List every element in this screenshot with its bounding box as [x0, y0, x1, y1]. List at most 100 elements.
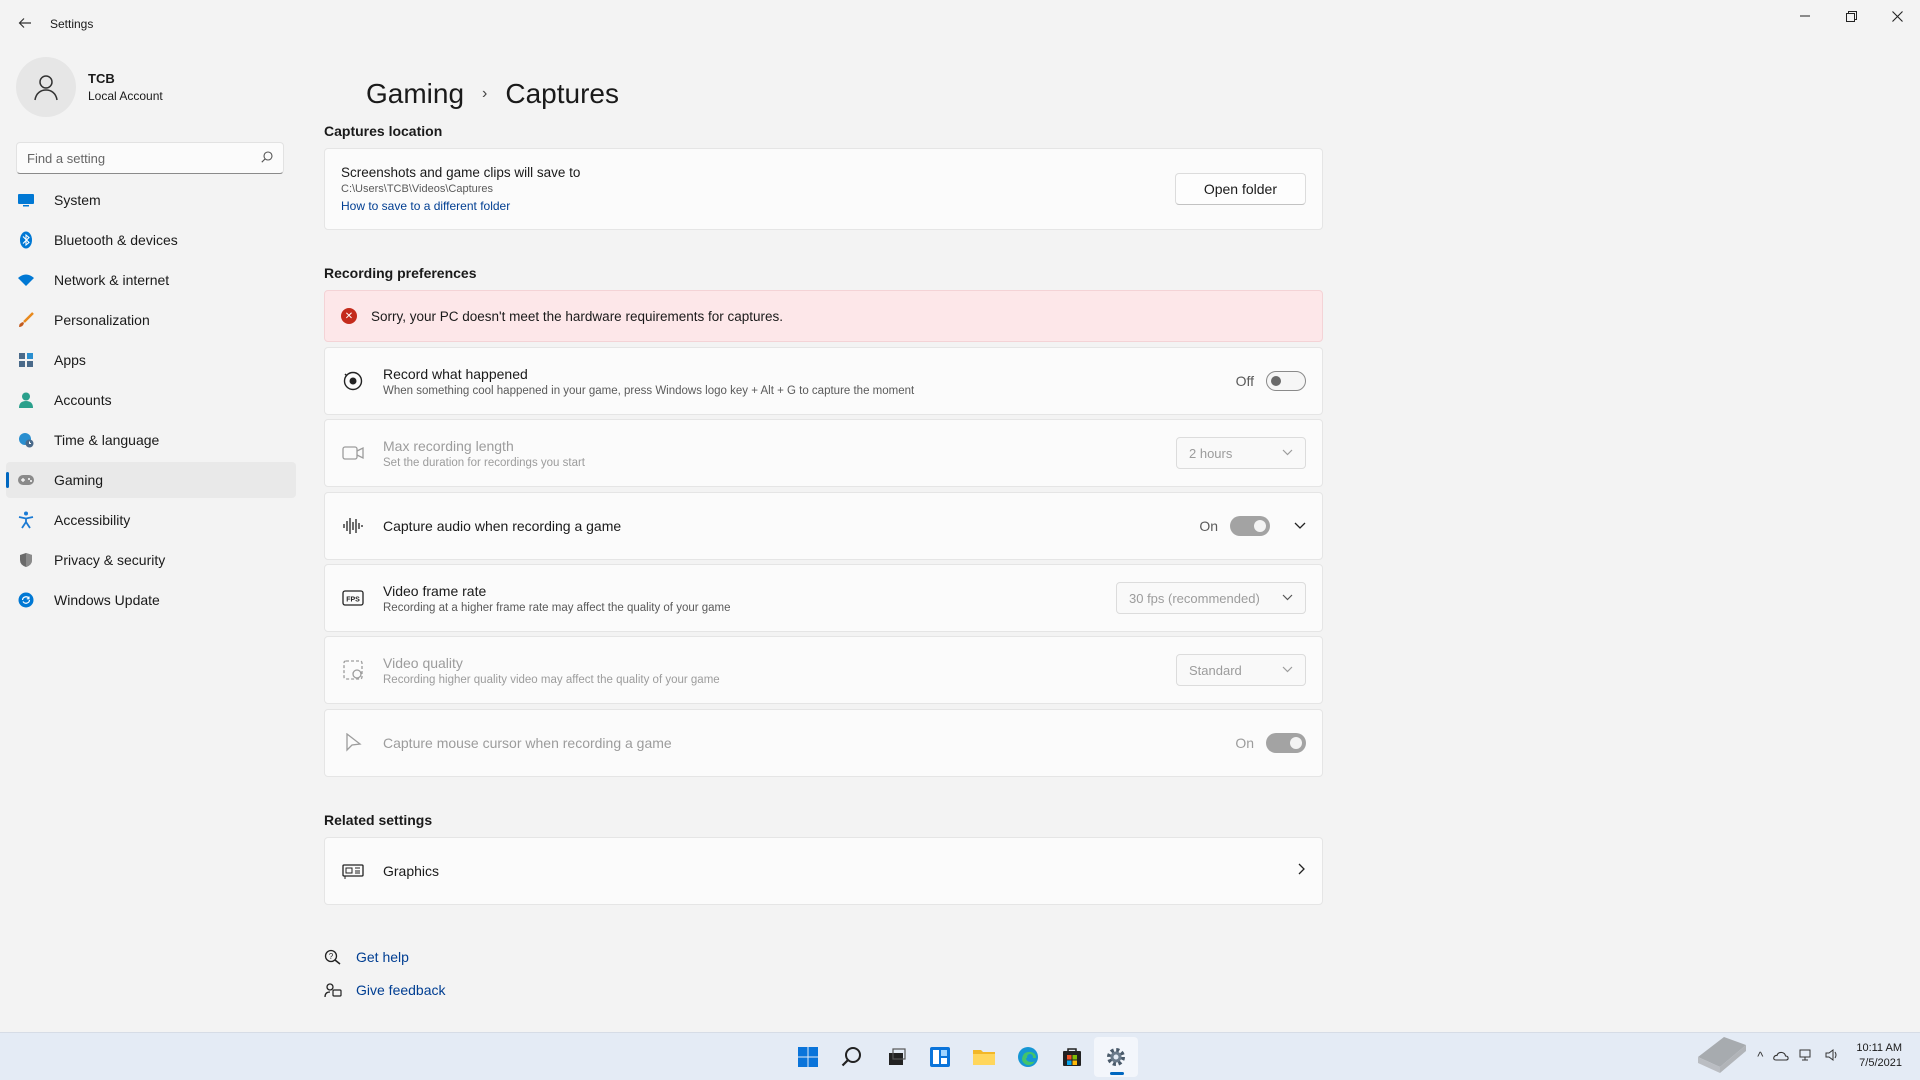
restore-icon[interactable]: [1828, 0, 1874, 32]
user-profile[interactable]: TCB Local Account: [16, 57, 163, 117]
store-icon[interactable]: [1050, 1037, 1094, 1077]
sidebar-item-system[interactable]: System: [6, 182, 296, 218]
chevron-down-icon[interactable]: [1294, 517, 1306, 535]
title-bar: Settings: [0, 0, 1920, 48]
capture-audio-title: Capture audio when recording a game: [383, 518, 622, 534]
task-view-icon[interactable]: [874, 1037, 918, 1077]
video-frame-rate-dropdown[interactable]: 30 fps (recommended): [1116, 582, 1306, 614]
page-title: Captures: [505, 78, 619, 109]
svg-text:?: ?: [329, 952, 334, 961]
search-icon[interactable]: [261, 150, 273, 166]
chevron-down-icon: [1282, 447, 1293, 459]
breadcrumb: Gaming › Captures: [366, 78, 619, 110]
onedrive-icon[interactable]: [1773, 1049, 1789, 1064]
video-quality-dropdown[interactable]: Standard: [1176, 654, 1306, 686]
hardware-error-banner: ✕ Sorry, your PC doesn't meet the hardwa…: [324, 290, 1323, 342]
sidebar-item-label: Gaming: [54, 472, 104, 488]
record-what-happened-sub: When something cool happened in your gam…: [383, 384, 915, 397]
sidebar-item-label: Accessibility: [54, 512, 131, 528]
search-input[interactable]: [27, 150, 261, 166]
sidebar-item-privacy[interactable]: Privacy & security: [6, 542, 296, 578]
search-box[interactable]: [16, 142, 284, 174]
breadcrumb-separator: ›: [482, 85, 488, 102]
start-icon[interactable]: [786, 1037, 830, 1077]
clock-date: 7/5/2021: [1859, 1057, 1902, 1069]
give-feedback-link[interactable]: Give feedback: [324, 973, 446, 1006]
sidebar-item-apps[interactable]: Apps: [6, 342, 296, 378]
sidebar-item-network[interactable]: Network & internet: [6, 262, 296, 298]
person-icon: [16, 390, 36, 410]
brush-icon: [16, 310, 36, 330]
record-what-happened-card: Record what happened When something cool…: [324, 347, 1323, 415]
help-links: ? Get help Give feedback: [324, 940, 446, 1006]
volume-icon[interactable]: [1825, 1048, 1839, 1064]
fps-icon: FPS: [341, 586, 365, 610]
chevron-up-icon[interactable]: ^: [1757, 1049, 1763, 1064]
sidebar-item-windows-update[interactable]: Windows Update: [6, 582, 296, 618]
sidebar-item-label: Privacy & security: [54, 552, 166, 568]
app-title: Settings: [50, 17, 94, 31]
account-type: Local Account: [88, 89, 163, 103]
back-arrow-icon[interactable]: [14, 12, 36, 34]
sidebar-item-label: Bluetooth & devices: [54, 232, 178, 248]
mouse-cursor-icon: [341, 731, 365, 755]
section-title-recording-preferences: Recording preferences: [324, 265, 477, 281]
sidebar-item-label: Network & internet: [54, 272, 170, 288]
system-icon: [16, 190, 36, 210]
sidebar-item-bluetooth[interactable]: Bluetooth & devices: [6, 222, 296, 258]
bluetooth-icon: [16, 230, 36, 250]
error-icon: ✕: [341, 308, 357, 324]
sidebar-nav: System Bluetooth & devices Network & int…: [6, 182, 296, 622]
sidebar-item-accessibility[interactable]: Accessibility: [6, 502, 296, 538]
feedback-icon: [324, 982, 342, 998]
sidebar-item-personalization[interactable]: Personalization: [6, 302, 296, 338]
sidebar-item-label: Personalization: [54, 312, 150, 328]
chevron-down-icon: [1282, 664, 1293, 676]
close-icon[interactable]: [1874, 0, 1920, 32]
open-folder-button[interactable]: Open folder: [1174, 173, 1306, 205]
sidebar-item-time-language[interactable]: Time & language: [6, 422, 296, 458]
record-what-happened-toggle[interactable]: [1266, 371, 1306, 391]
settings-icon[interactable]: [1094, 1037, 1138, 1077]
capture-mouse-cursor-toggle[interactable]: [1266, 733, 1306, 753]
clock[interactable]: 10:11 AM 7/5/2021: [1856, 1041, 1902, 1071]
audio-waveform-icon: [341, 514, 365, 538]
dropdown-value: 2 hours: [1189, 445, 1233, 461]
section-title-captures-location: Captures location: [324, 123, 443, 139]
capture-audio-toggle[interactable]: [1230, 516, 1270, 536]
apps-icon: [16, 350, 36, 370]
sidebar-item-gaming[interactable]: Gaming: [6, 462, 296, 498]
taskbar: ^ 10:11 AM 7/5/2021: [0, 1032, 1920, 1080]
max-recording-length-sub: Set the duration for recordings you star…: [383, 456, 585, 469]
sidebar-item-accounts[interactable]: Accounts: [6, 382, 296, 418]
file-explorer-icon[interactable]: [962, 1037, 1006, 1077]
update-icon: [16, 590, 36, 610]
accessibility-icon: [16, 510, 36, 530]
record-what-happened-title: Record what happened: [383, 365, 528, 382]
video-quality-sub: Recording higher quality video may affec…: [383, 673, 720, 686]
book-icon: [1698, 1037, 1746, 1073]
edge-icon[interactable]: [1006, 1037, 1050, 1077]
widgets-icon[interactable]: [918, 1037, 962, 1077]
max-recording-length-dropdown[interactable]: 2 hours: [1176, 437, 1306, 469]
sidebar-item-label: Accounts: [54, 392, 112, 408]
save-location-link[interactable]: How to save to a different folder: [341, 199, 1175, 213]
video-frame-rate-sub: Recording at a higher frame rate may aff…: [383, 601, 731, 614]
record-icon: [341, 369, 365, 393]
max-recording-length-card: Max recording length Set the duration fo…: [324, 419, 1323, 487]
network-icon[interactable]: [1799, 1049, 1815, 1064]
clock-time: 10:11 AM: [1856, 1042, 1902, 1054]
breadcrumb-parent[interactable]: Gaming: [366, 78, 464, 110]
window-controls: [1782, 0, 1920, 32]
video-quality-title: Video quality: [383, 654, 463, 671]
video-quality-icon: [341, 658, 365, 682]
get-help-link[interactable]: ? Get help: [324, 940, 446, 973]
dropdown-value: Standard: [1189, 662, 1242, 678]
globe-clock-icon: [16, 430, 36, 450]
minimize-icon[interactable]: [1782, 0, 1828, 32]
search-icon[interactable]: [830, 1037, 874, 1077]
capture-audio-card[interactable]: Capture audio when recording a game On: [324, 492, 1323, 560]
sidebar-item-label: Apps: [54, 352, 86, 368]
graphics-card[interactable]: Graphics: [324, 837, 1323, 905]
graphics-title: Graphics: [383, 863, 440, 879]
